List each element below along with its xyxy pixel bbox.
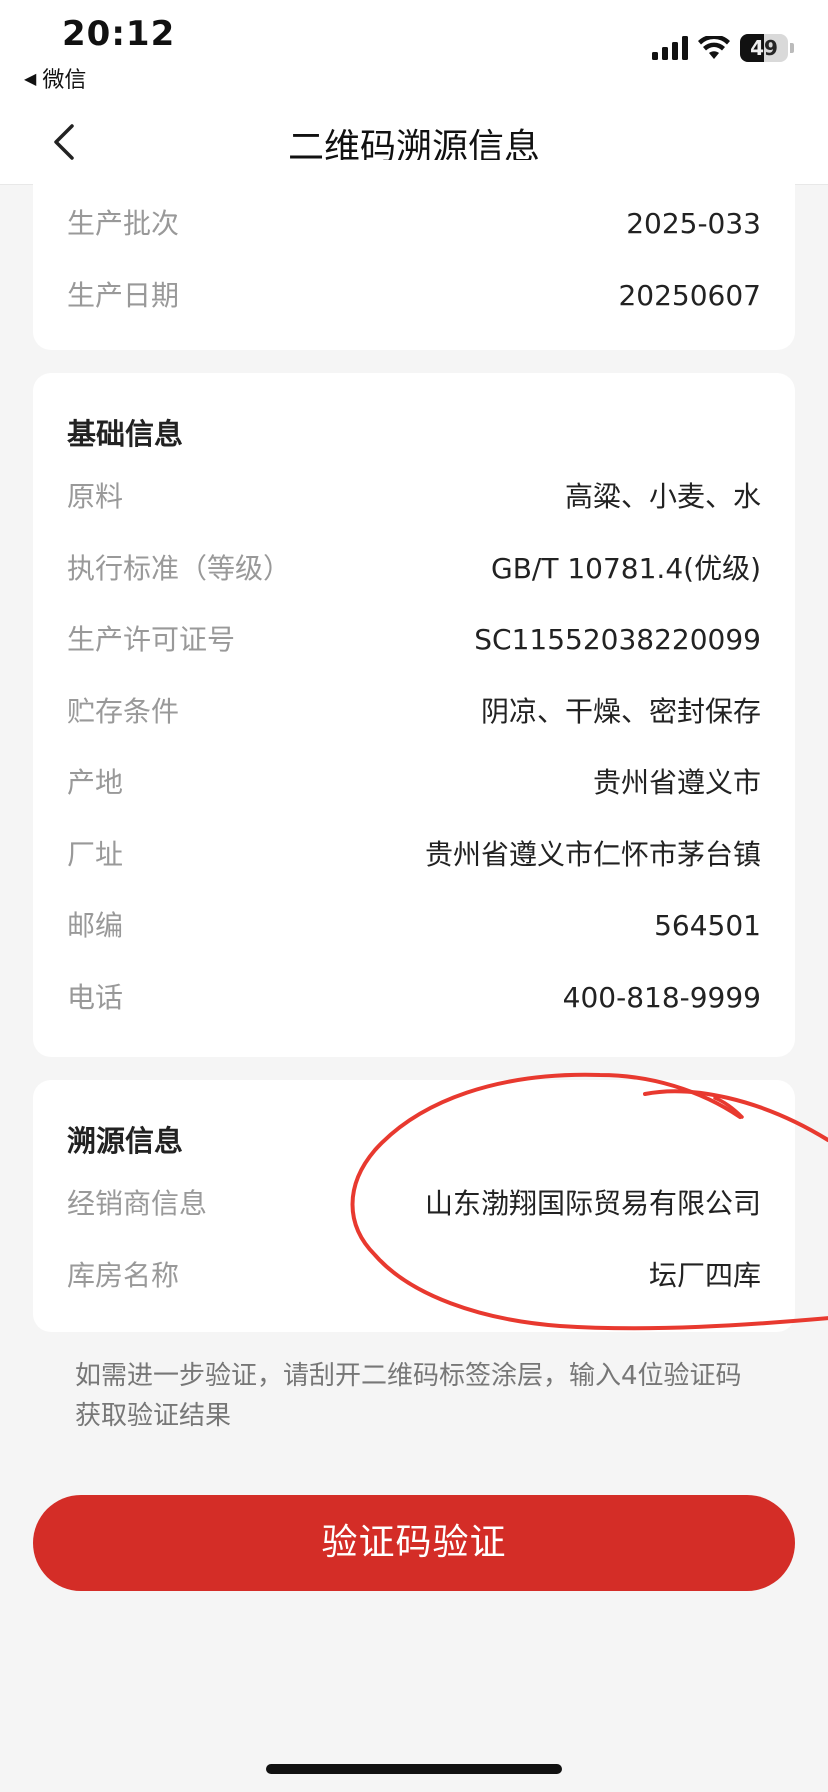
row-label: 邮编 (67, 909, 124, 942)
battery-level: 49 (750, 36, 778, 60)
page: 20:12 ◀ 微信 49 二维码溯源信息 生产批次 2025-033 生产日期… (0, 0, 828, 1792)
row-label: 电话 (67, 981, 124, 1014)
info-row-origin: 产地 贵州省遵义市 (67, 761, 761, 805)
info-row-license: 生产许可证号 SC11552038220099 (67, 618, 761, 662)
back-app-label: 微信 (42, 68, 87, 93)
row-label: 生产批次 (67, 207, 180, 240)
row-value: SC11552038220099 (474, 623, 761, 656)
battery-tip (790, 43, 794, 53)
row-value: 2025-033 (626, 207, 761, 240)
row-label: 生产日期 (67, 279, 180, 312)
verify-code-button[interactable]: 验证码验证 (33, 1495, 795, 1591)
verification-note: 如需进一步验证，请刮开二维码标签涂层，输入4位验证码获取验证结果 (75, 1361, 742, 1431)
row-label: 厂址 (67, 838, 124, 871)
row-value: 400-818-9999 (562, 981, 761, 1014)
row-value: 564501 (654, 909, 761, 942)
row-label: 执行标准（等级） (67, 552, 292, 585)
section-title: 溯源信息 (67, 1124, 184, 1158)
info-row-storage: 贮存条件 阴凉、干燥、密封保存 (67, 690, 761, 734)
info-row-standard: 执行标准（等级） GB/T 10781.4(优级) (67, 547, 761, 591)
row-value: 贵州省遵义市仁怀市茅台镇 (424, 838, 761, 871)
info-row-batch: 生产批次 2025-033 (67, 202, 761, 246)
basic-info-card: 基础信息 原料 高粱、小麦、水 执行标准（等级） GB/T 10781.4(优级… (33, 373, 795, 1057)
production-card: 生产批次 2025-033 生产日期 20250607 (33, 160, 795, 350)
row-value: 阴凉、干燥、密封保存 (480, 695, 761, 728)
row-value: 山东渤翔国际贸易有限公司 (424, 1187, 761, 1220)
trace-info-card: 溯源信息 经销商信息 山东渤翔国际贸易有限公司 库房名称 坛厂四库 (33, 1080, 795, 1332)
row-value: 20250607 (618, 279, 761, 312)
status-bar: 20:12 ◀ 微信 49 (0, 0, 828, 100)
cellular-signal-icon (652, 36, 688, 60)
row-value: 贵州省遵义市 (592, 766, 761, 799)
row-value: GB/T 10781.4(优级) (491, 552, 761, 585)
info-row-postcode: 邮编 564501 (67, 904, 761, 948)
info-row-distributor: 经销商信息 山东渤翔国际贸易有限公司 (67, 1182, 761, 1226)
section-title: 基础信息 (67, 417, 184, 451)
info-row-material: 原料 高粱、小麦、水 (67, 475, 761, 519)
row-label: 生产许可证号 (67, 623, 236, 656)
home-indicator[interactable] (266, 1764, 562, 1774)
row-value: 高粱、小麦、水 (564, 480, 761, 513)
info-row-address: 厂址 贵州省遵义市仁怀市茅台镇 (67, 833, 761, 877)
info-row-phone: 电话 400-818-9999 (67, 976, 761, 1020)
row-label: 原料 (67, 480, 124, 513)
wifi-icon (698, 36, 730, 59)
status-time: 20:12 (62, 14, 176, 54)
battery-icon: 49 (740, 34, 788, 62)
row-label: 贮存条件 (67, 695, 180, 728)
back-triangle-icon: ◀ (24, 68, 37, 88)
row-value: 坛厂四库 (648, 1259, 761, 1292)
row-label: 库房名称 (67, 1259, 180, 1292)
status-icons: 49 (652, 34, 794, 62)
row-label: 经销商信息 (67, 1187, 208, 1220)
info-row-date: 生产日期 20250607 (67, 274, 761, 318)
info-row-warehouse: 库房名称 坛厂四库 (67, 1254, 761, 1298)
row-label: 产地 (67, 766, 124, 799)
back-to-app-link[interactable]: ◀ 微信 (24, 62, 86, 94)
